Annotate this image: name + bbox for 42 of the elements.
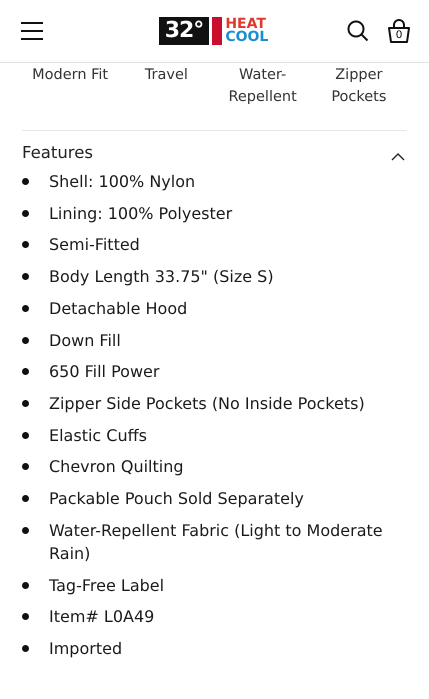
feature-item: Elastic Cuffs — [49, 424, 147, 447]
feature-label: Zipper Pockets — [331, 66, 386, 107]
brand-logo[interactable]: 32° HEAT COOL — [158, 17, 268, 45]
feature-item: Imported — [49, 638, 122, 660]
bullet-icon — [22, 645, 29, 652]
bullet-icon — [22, 368, 29, 376]
bullet-icon — [22, 336, 29, 344]
feature-item: Chevron Quilting — [49, 456, 184, 478]
bullet-icon — [22, 495, 29, 502]
feature-label: Water- Repellent — [228, 66, 297, 107]
menu-icon[interactable] — [20, 21, 44, 41]
bullet-icon — [22, 463, 29, 470]
bullet-icon — [22, 273, 29, 280]
search-icon[interactable] — [347, 20, 369, 42]
bullet-icon — [22, 432, 29, 439]
bullet-icon — [22, 210, 29, 217]
bullet-icon — [22, 526, 29, 534]
logo-badge: 32° — [158, 17, 210, 45]
logo-text: HEAT — [225, 18, 266, 31]
feature-label: Travel — [144, 66, 188, 85]
feature-item: 650 Fill Power — [49, 361, 160, 384]
feature-item: Body Length 33.75" (Size S) — [49, 266, 274, 288]
feature-item: Shell: 100% Nylon — [49, 171, 196, 193]
feature-item: Lining: 100% Polyester — [49, 202, 232, 225]
logo-text: COOL — [225, 31, 268, 44]
chevron-up-icon — [391, 152, 405, 160]
bullet-icon — [22, 582, 29, 589]
feature-label: Modern Fit — [32, 66, 108, 85]
feature-item: Zipper Side Pockets (No Inside Pockets) — [49, 392, 365, 415]
feature-item: Water-Repellent Fabric (Light to Moderate Rain) — [49, 520, 384, 565]
feature-item: Semi-Fitted — [49, 234, 140, 256]
feature-item: Detachable Hood — [49, 298, 188, 320]
feature-item: Down Fill — [49, 330, 121, 352]
feature-item: Packable Pouch Sold Separately — [49, 488, 304, 510]
bullet-icon — [22, 178, 29, 185]
features-toggle[interactable]: Features — [22, 131, 407, 162]
bullet-icon — [22, 613, 29, 620]
bullet-icon — [22, 400, 29, 407]
bullet-icon — [22, 304, 29, 312]
feature-item: Tag-Free Label — [49, 574, 164, 597]
feature-item: Item# L0A49 — [49, 606, 154, 628]
bullet-icon — [22, 241, 29, 248]
